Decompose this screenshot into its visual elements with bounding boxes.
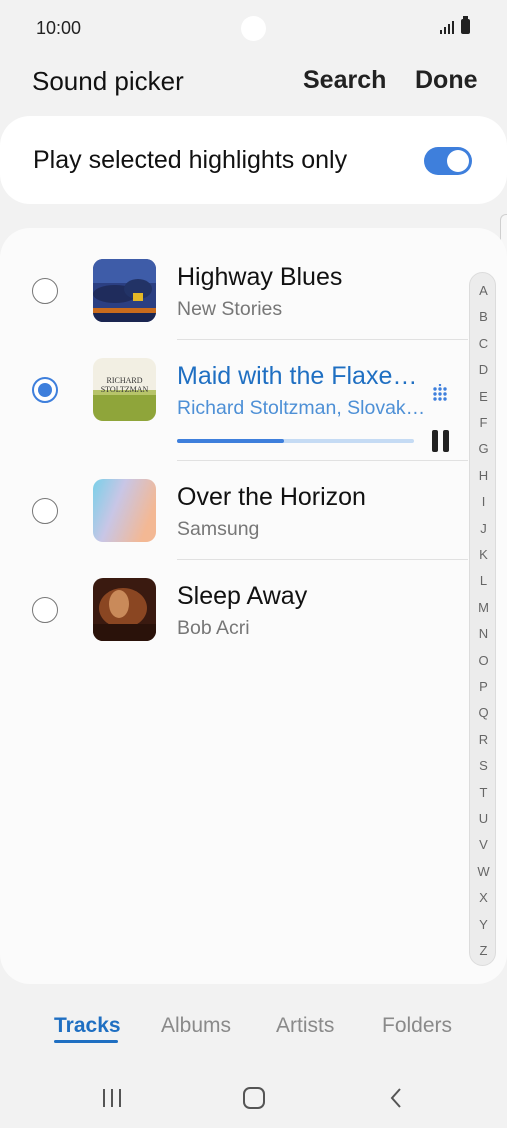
- index-letter-i[interactable]: I: [470, 494, 497, 509]
- row-divider: [177, 339, 468, 340]
- index-letter-r[interactable]: R: [470, 732, 497, 747]
- tab-tracks[interactable]: Tracks: [54, 1014, 121, 1038]
- index-letter-c[interactable]: C: [470, 336, 497, 351]
- index-letter-o[interactable]: O: [470, 653, 497, 668]
- album-art-over-the-horizon: [93, 479, 156, 542]
- album-art-text-line1: RICHARD: [106, 376, 142, 385]
- track-title[interactable]: Maid with the Flaxe…: [177, 362, 417, 391]
- row-divider: [177, 559, 468, 560]
- index-letter-q[interactable]: Q: [470, 705, 497, 720]
- status-bar: 10:00: [0, 0, 507, 56]
- bottom-tabs: Tracks Albums Artists Folders: [0, 1000, 507, 1052]
- battery-icon: [461, 16, 470, 34]
- done-button[interactable]: Done: [415, 66, 478, 95]
- track-title[interactable]: Sleep Away: [177, 582, 307, 611]
- track-artist: New Stories: [177, 298, 283, 320]
- playback-progress-fill: [177, 439, 284, 443]
- search-button[interactable]: Search: [303, 66, 386, 95]
- index-letter-f[interactable]: F: [470, 415, 497, 430]
- track-artist: Richard Stoltzman, Slovak…: [177, 397, 426, 419]
- active-tab-indicator: [54, 1040, 118, 1043]
- track-radio-over-the-horizon[interactable]: [32, 498, 58, 524]
- index-letter-a[interactable]: A: [470, 283, 497, 298]
- tab-artists[interactable]: Artists: [276, 1014, 334, 1038]
- tab-albums[interactable]: Albums: [161, 1014, 231, 1038]
- index-letter-z[interactable]: Z: [470, 943, 497, 958]
- highlights-label: Play selected highlights only: [33, 146, 348, 174]
- index-letter-j[interactable]: J: [470, 521, 497, 536]
- index-letter-l[interactable]: L: [470, 573, 497, 588]
- index-letter-h[interactable]: H: [470, 468, 497, 483]
- index-letter-s[interactable]: S: [470, 758, 497, 773]
- index-letter-w[interactable]: W: [470, 864, 497, 879]
- track-radio-maid-with-the-flaxen-hair[interactable]: [32, 377, 58, 403]
- system-nav-bar: [0, 1070, 507, 1128]
- album-art-text-line2: STOLTZMAN: [101, 385, 149, 394]
- tab-folders[interactable]: Folders: [382, 1014, 452, 1038]
- index-letter-m[interactable]: M: [470, 600, 497, 615]
- playing-equalizer-icon: [433, 384, 447, 401]
- toggle-knob: [447, 150, 469, 172]
- index-letter-p[interactable]: P: [470, 679, 497, 694]
- row-divider: [177, 460, 468, 461]
- index-letter-y[interactable]: Y: [470, 917, 497, 932]
- playback-progress-bar[interactable]: [177, 439, 414, 443]
- track-artist: Bob Acri: [177, 617, 250, 639]
- index-letter-u[interactable]: U: [470, 811, 497, 826]
- highlights-toggle[interactable]: [424, 147, 472, 175]
- index-letter-v[interactable]: V: [470, 837, 497, 852]
- index-letter-e[interactable]: E: [470, 389, 497, 404]
- alphabet-index-scroller[interactable]: ABCDEFGHIJKLMNOPQRSTUVWXYZ: [469, 272, 496, 966]
- signal-icon: [440, 21, 454, 34]
- index-letter-k[interactable]: K: [470, 547, 497, 562]
- index-letter-g[interactable]: G: [470, 441, 497, 456]
- index-letter-n[interactable]: N: [470, 626, 497, 641]
- index-letter-x[interactable]: X: [470, 890, 497, 905]
- album-art-maid-with-the-flaxen-hair: RICHARD STOLTZMAN: [93, 358, 156, 421]
- track-radio-sleep-away[interactable]: [32, 597, 58, 623]
- album-art-sleep-away: [93, 578, 156, 641]
- app-header: Sound picker Search Done: [0, 56, 507, 112]
- index-letter-d[interactable]: D: [470, 362, 497, 377]
- page-title: Sound picker: [32, 66, 184, 96]
- pause-icon[interactable]: [432, 430, 450, 452]
- index-letter-b[interactable]: B: [470, 309, 497, 324]
- highlights-card: Play selected highlights only: [0, 116, 507, 204]
- index-letter-t[interactable]: T: [470, 785, 497, 800]
- track-radio-highway-blues[interactable]: [32, 278, 58, 304]
- track-title[interactable]: Highway Blues: [177, 263, 342, 292]
- recent-apps-icon[interactable]: [101, 1088, 123, 1108]
- status-time: 10:00: [36, 18, 82, 38]
- album-art-highway-blues: [93, 259, 156, 322]
- camera-cutout: [241, 16, 266, 41]
- track-title[interactable]: Over the Horizon: [177, 483, 366, 512]
- back-icon[interactable]: [388, 1086, 404, 1110]
- track-artist: Samsung: [177, 518, 260, 540]
- home-icon[interactable]: [242, 1086, 266, 1110]
